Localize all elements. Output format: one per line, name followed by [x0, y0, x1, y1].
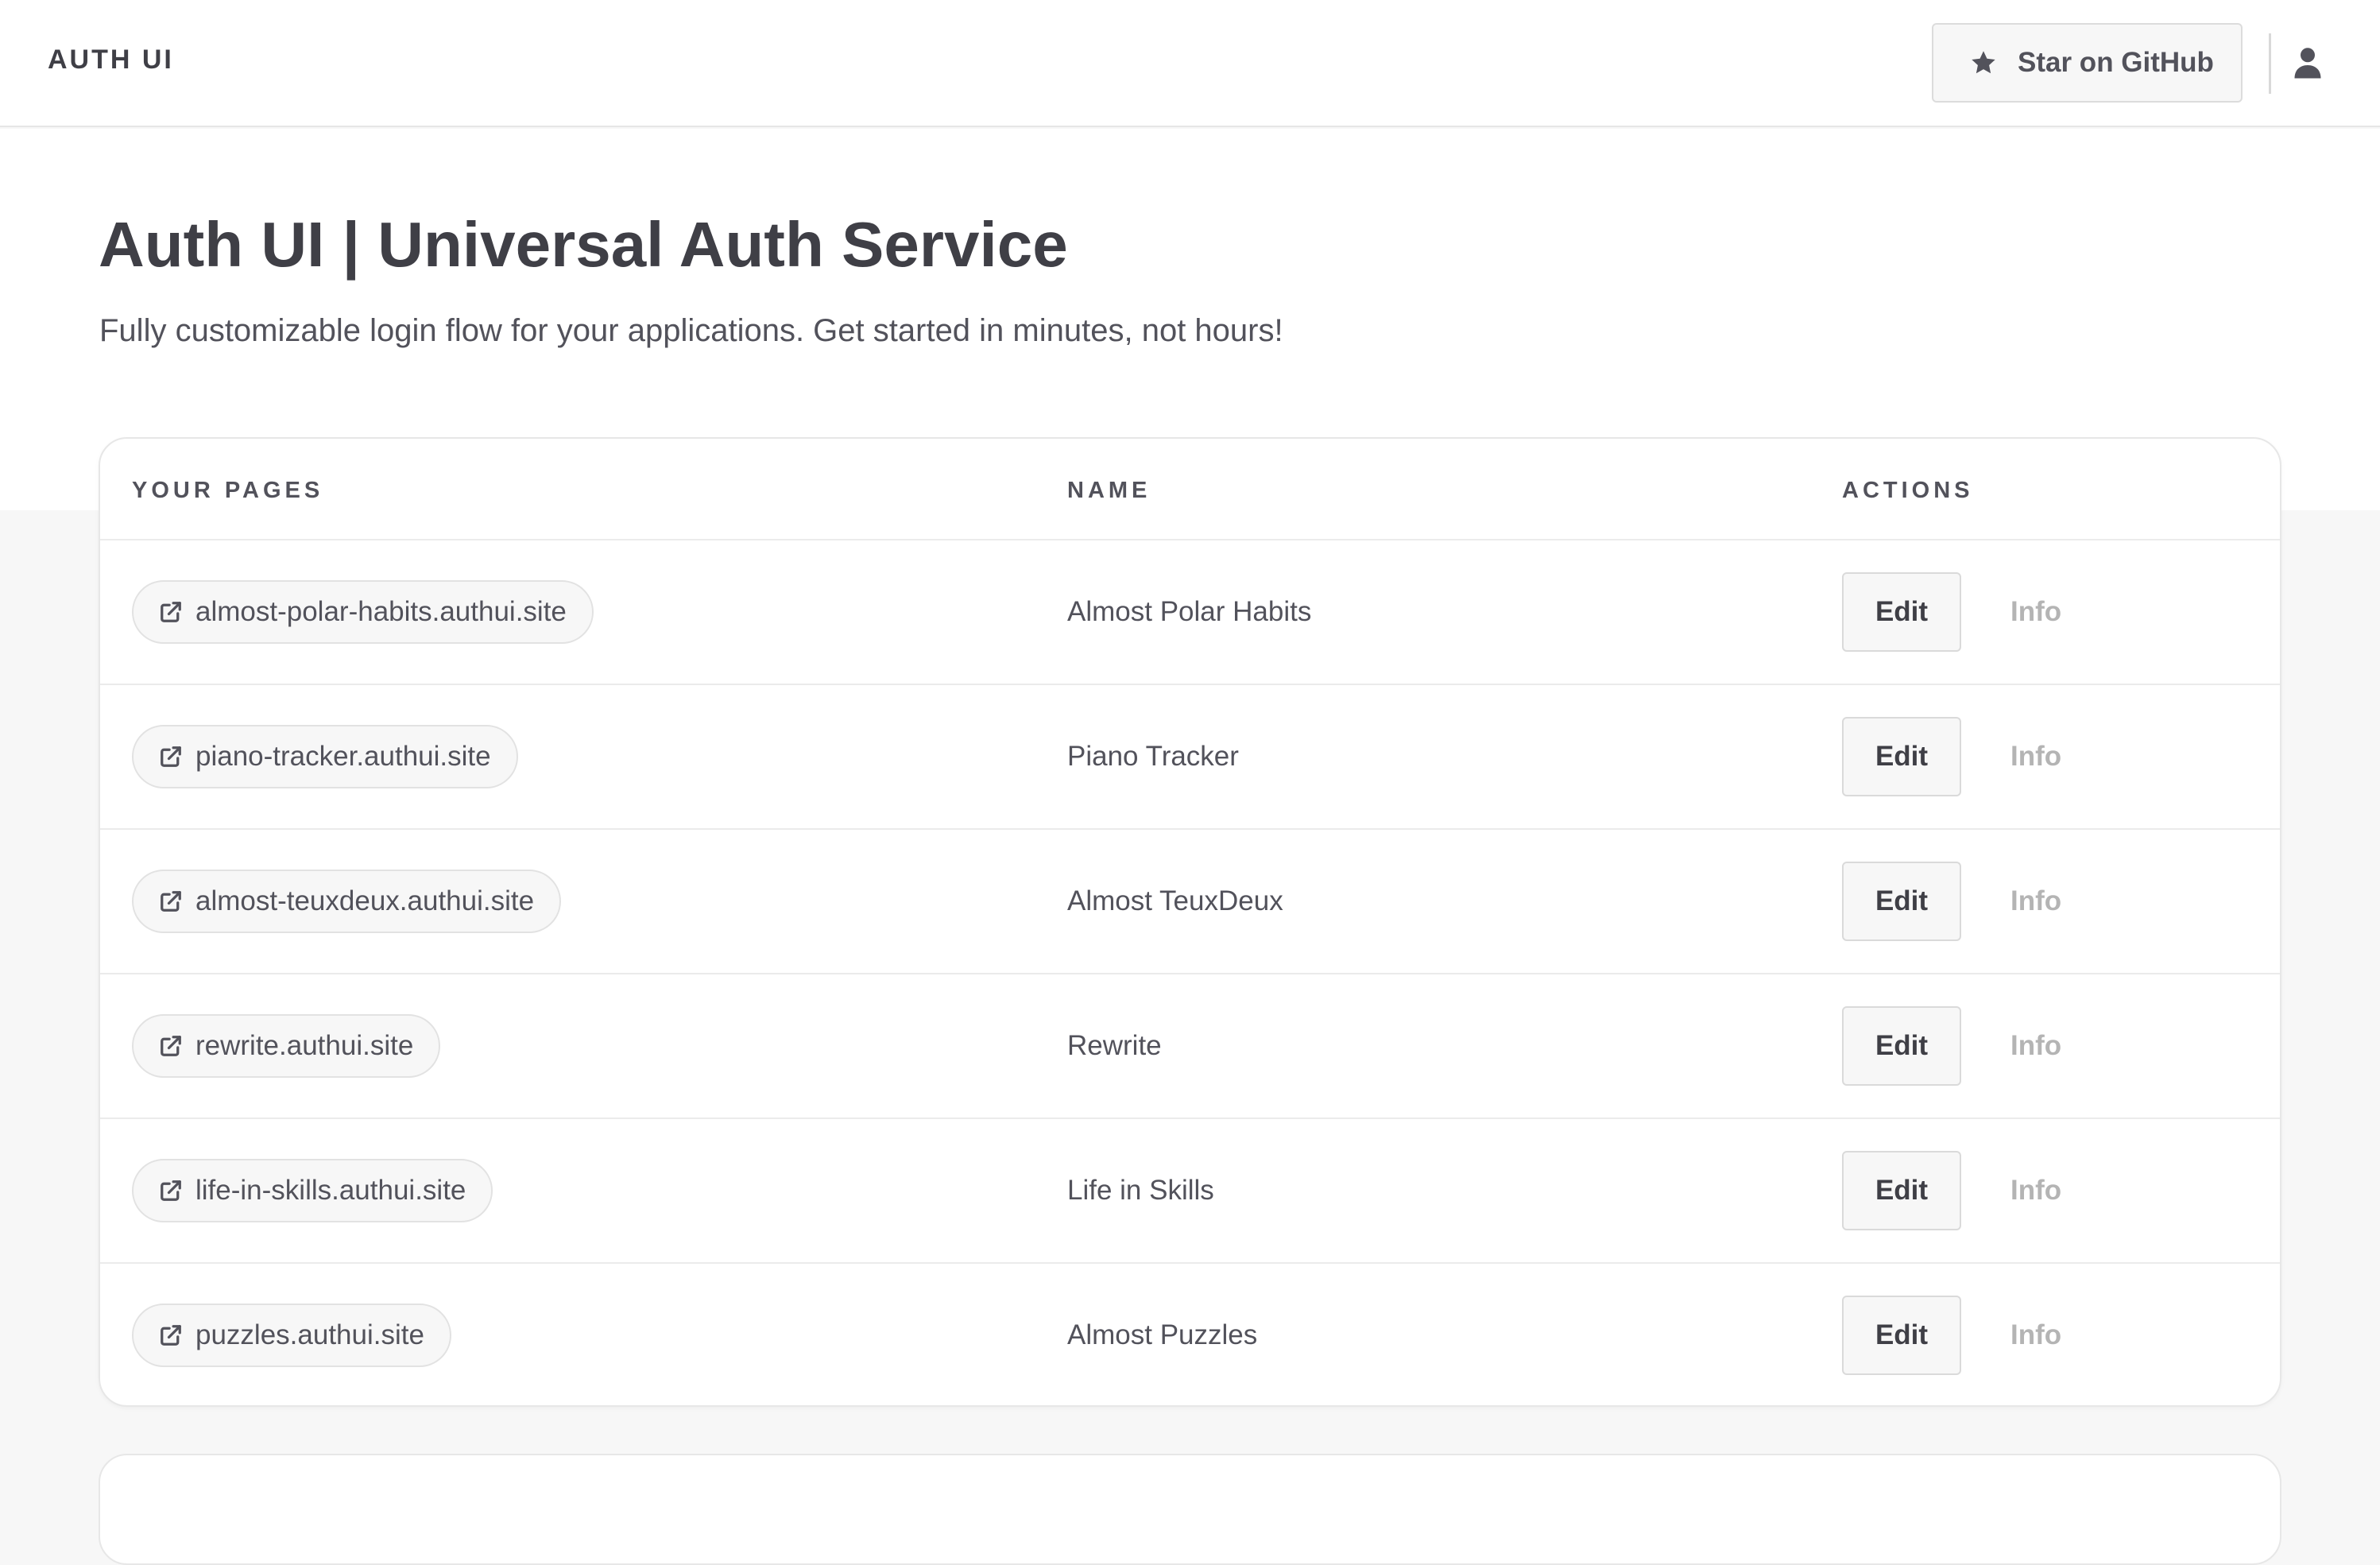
- page-url-link[interactable]: almost-teuxdeux.authui.site: [132, 870, 562, 933]
- info-button[interactable]: Info: [2010, 596, 2061, 628]
- table-row: almost-polar-habits.authui.site Almost P…: [100, 540, 2280, 685]
- table-row: piano-tracker.authui.site Piano Tracker …: [100, 685, 2280, 830]
- star-on-github-button[interactable]: Star on GitHub: [1932, 23, 2243, 103]
- info-button[interactable]: Info: [2010, 1030, 2061, 1062]
- page-url-text: rewrite.authui.site: [195, 1030, 414, 1061]
- page-name: Almost Polar Habits: [1067, 596, 1312, 627]
- table-row: life-in-skills.authui.site Life in Skill…: [100, 1119, 2280, 1264]
- edit-button[interactable]: Edit: [1842, 1006, 1961, 1086]
- table-row: puzzles.authui.site Almost Puzzles Edit …: [100, 1264, 2280, 1405]
- edit-button[interactable]: Edit: [1842, 572, 1961, 652]
- page-url-text: almost-polar-habits.authui.site: [195, 596, 567, 627]
- page-url-text: almost-teuxdeux.authui.site: [195, 885, 535, 916]
- github-button-label: Star on GitHub: [2018, 47, 2214, 78]
- page-url-link[interactable]: almost-polar-habits.authui.site: [132, 580, 594, 644]
- external-link-icon: [159, 889, 183, 913]
- edit-button[interactable]: Edit: [1842, 862, 1961, 941]
- external-link-icon: [159, 745, 183, 769]
- brand-logo-text[interactable]: AUTH UI: [48, 45, 174, 76]
- column-header-actions: ACTIONS: [1842, 478, 1974, 503]
- page-url-text: life-in-skills.authui.site: [195, 1175, 466, 1206]
- page-url-link[interactable]: piano-tracker.authui.site: [132, 725, 518, 788]
- secondary-card: [99, 1454, 2281, 1565]
- star-icon: [1968, 48, 1999, 77]
- page-title: Auth UI | Universal Auth Service: [99, 209, 1068, 280]
- pages-table-card: YOUR PAGES NAME ACTIONS almost-polar-hab…: [99, 437, 2281, 1407]
- info-button[interactable]: Info: [2010, 1175, 2061, 1207]
- column-header-your-pages: YOUR PAGES: [132, 478, 324, 503]
- page-name: Life in Skills: [1067, 1175, 1214, 1206]
- page-url-link[interactable]: rewrite.authui.site: [132, 1014, 441, 1078]
- page-url-text: piano-tracker.authui.site: [195, 741, 491, 772]
- external-link-icon: [159, 1034, 183, 1058]
- page-name: Rewrite: [1067, 1030, 1162, 1061]
- external-link-icon: [159, 1179, 183, 1203]
- column-header-name: NAME: [1067, 478, 1151, 503]
- page-name: Almost TeuxDeux: [1067, 885, 1283, 916]
- page-url-link[interactable]: puzzles.authui.site: [132, 1304, 451, 1367]
- page-url-link[interactable]: life-in-skills.authui.site: [132, 1159, 493, 1222]
- external-link-icon: [159, 600, 183, 624]
- page-url-text: puzzles.authui.site: [195, 1319, 424, 1350]
- info-button[interactable]: Info: [2010, 885, 2061, 917]
- page-subtitle: Fully customizable login flow for your a…: [99, 313, 1283, 348]
- user-icon[interactable]: [2293, 46, 2322, 79]
- info-button[interactable]: Info: [2010, 741, 2061, 773]
- table-row: almost-teuxdeux.authui.site Almost TeuxD…: [100, 830, 2280, 974]
- info-button[interactable]: Info: [2010, 1319, 2061, 1351]
- external-link-icon: [159, 1323, 183, 1347]
- edit-button[interactable]: Edit: [1842, 1296, 1961, 1375]
- edit-button[interactable]: Edit: [1842, 717, 1961, 796]
- table-header: YOUR PAGES NAME ACTIONS: [100, 439, 2280, 540]
- page-name: Almost Puzzles: [1067, 1319, 1258, 1350]
- edit-button[interactable]: Edit: [1842, 1151, 1961, 1230]
- table-row: rewrite.authui.site Rewrite Edit Info: [100, 974, 2280, 1119]
- page-name: Piano Tracker: [1067, 741, 1239, 772]
- top-navbar: AUTH UI Star on GitHub: [0, 0, 2380, 127]
- header-divider: [2269, 33, 2271, 94]
